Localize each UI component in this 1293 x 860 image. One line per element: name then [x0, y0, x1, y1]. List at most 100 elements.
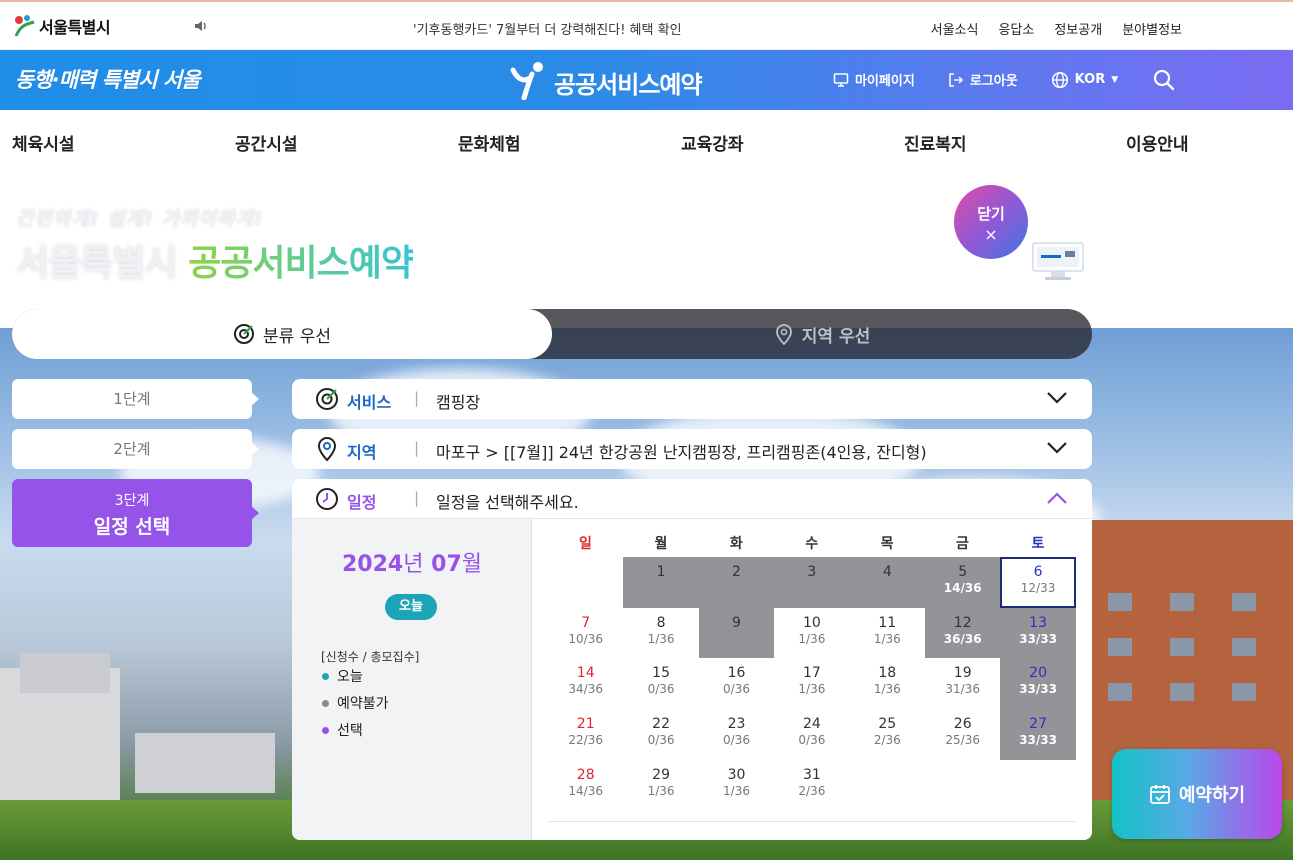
calendar-day-number: 27 — [1029, 716, 1047, 733]
language-selector[interactable]: KOR ▼ — [1051, 71, 1118, 89]
nav-usage-guide[interactable]: 이용안내 — [1126, 130, 1189, 155]
notice-link[interactable]: '기후동행카드' 7월부터 더 강력해진다! 혜택 확인 — [413, 19, 682, 38]
mypage-label: 마이페이지 — [855, 74, 915, 89]
service-logo[interactable]: 공공서비스예약 — [510, 60, 703, 104]
calendar-day-16[interactable]: 16 0/36 — [699, 658, 774, 709]
calendar-day-count: 0/36 — [647, 682, 675, 697]
today-button[interactable]: 오늘 — [385, 594, 437, 620]
schedule-select[interactable]: 일정 | 일정을 선택해주세요. — [292, 479, 1092, 519]
calendar-day-24[interactable]: 24 0/36 — [774, 709, 849, 760]
calendar-day-count: 34/36 — [568, 682, 603, 697]
step-1[interactable]: 1단계 — [12, 379, 259, 419]
calendar-day-number: 6 — [1033, 564, 1043, 580]
calendar-day-5[interactable]: 5 14/36 — [925, 557, 1001, 608]
service-select[interactable]: 서비스 | 캠핑장 — [292, 379, 1092, 419]
calendar-day-20[interactable]: 20 33/33 — [1000, 658, 1076, 709]
calendar-day-8[interactable]: 8 1/36 — [623, 608, 698, 659]
calendar-day-23[interactable]: 23 0/36 — [699, 709, 774, 760]
nav-education-courses[interactable]: 교육강좌 — [681, 130, 744, 155]
nav-sports-facilities[interactable]: 체육시설 — [12, 130, 75, 155]
schedule-value: 일정을 선택해주세요. — [436, 493, 579, 512]
calendar-day-1[interactable]: 1 — [623, 557, 699, 608]
tab-category-first-label: 분류 우선 — [263, 326, 331, 347]
calendar-day-27[interactable]: 27 33/33 — [1000, 709, 1076, 760]
calendar-day-31[interactable]: 31 2/36 — [774, 760, 849, 811]
close-banner-button[interactable]: 닫기 × — [954, 185, 1028, 259]
calendar-day-21[interactable]: 21 22/36 — [548, 709, 623, 760]
calendar-day-count: 10/36 — [568, 631, 603, 646]
calendar-day-count: 1/36 — [723, 783, 750, 798]
link-seoul-news[interactable]: 서울소식 — [931, 19, 979, 38]
nav-medical-welfare[interactable]: 진료복지 — [904, 130, 967, 155]
calendar-day-count: 22/36 — [568, 733, 603, 748]
calendar-day-number: 3 — [807, 564, 817, 580]
calendar-day-29[interactable]: 29 1/36 — [623, 760, 698, 811]
calendar-day-3[interactable]: 3 — [774, 557, 850, 608]
calendar-day-22[interactable]: 22 0/36 — [623, 709, 698, 760]
step-3-active[interactable]: 3단계 일정 선택 — [12, 479, 259, 547]
link-field-info[interactable]: 분야별정보 — [1122, 19, 1182, 38]
step-3-number: 3단계 — [114, 493, 150, 509]
link-info-disclosure[interactable]: 정보공개 — [1054, 19, 1102, 38]
calendar-day-15[interactable]: 15 0/36 — [623, 658, 698, 709]
schedule-label: 일정 — [347, 493, 377, 512]
slogan: 동행·매력 특별시 서울 — [15, 68, 200, 92]
calendar-day-19[interactable]: 19 31/36 — [925, 658, 1000, 709]
reserve-button[interactable]: 예약하기 — [1112, 749, 1282, 839]
legend-selected-label: 선택 — [337, 723, 363, 739]
caret-down-icon: ▼ — [1111, 74, 1119, 85]
calendar-day-25[interactable]: 25 2/36 — [850, 709, 925, 760]
calendar-day-number: 25 — [878, 716, 897, 733]
weekday-tue: 화 — [729, 536, 743, 552]
calendar-day-number: 21 — [576, 716, 595, 733]
service-logo-icon — [510, 60, 548, 104]
search-icon[interactable] — [1152, 68, 1176, 92]
calendar-day-10[interactable]: 10 1/36 — [774, 608, 849, 659]
mypage-link[interactable]: 마이페이지 — [833, 70, 915, 89]
chevron-up-icon — [1047, 492, 1067, 504]
link-eungdapso[interactable]: 응답소 — [998, 19, 1034, 38]
speaker-icon[interactable] — [193, 18, 209, 34]
calendar-day-12[interactable]: 12 36/36 — [925, 607, 1001, 659]
calendar-day-6[interactable]: 6 12/33 — [1000, 557, 1076, 608]
legend-today: 오늘 — [322, 666, 363, 686]
calendar-day-13[interactable]: 13 33/33 — [1000, 607, 1076, 659]
location-pin-icon — [317, 437, 337, 462]
calendar-day-4[interactable]: 4 — [849, 557, 925, 608]
calendar-day-18[interactable]: 18 1/36 — [850, 658, 925, 709]
calendar-day-number: 9 — [732, 614, 741, 631]
close-icon: × — [984, 225, 998, 244]
calendar-day-number: 30 — [727, 766, 746, 783]
calendar-day-30[interactable]: 30 1/36 — [699, 760, 774, 811]
hero-tagline-seoul: 서울특별시 — [16, 243, 178, 284]
calendar-day-number: 11 — [878, 614, 897, 631]
calendar-day-count: 12/33 — [1020, 581, 1056, 595]
tab-region-first[interactable]: 지역 우선 — [552, 309, 1092, 359]
calendar-day-number: 26 — [953, 716, 972, 733]
calendar-month: 07 — [431, 552, 462, 577]
calendar-year: 2024 — [341, 552, 404, 577]
calendar-day-28[interactable]: 28 14/36 — [548, 760, 623, 811]
nav-culture-experience[interactable]: 문화체험 — [458, 130, 521, 155]
calendar-check-icon — [1149, 785, 1170, 804]
calendar-day-14[interactable]: 14 34/36 — [548, 658, 623, 709]
chevron-down-icon — [1047, 392, 1067, 404]
tab-category-first[interactable]: 분류 우선 — [12, 309, 552, 359]
seoul-logo[interactable]: 서울특별시 — [12, 14, 111, 38]
calendar-day-count: 0/36 — [723, 733, 750, 748]
calendar-day-number: 15 — [652, 665, 670, 682]
calendar-day-2[interactable]: 2 — [698, 557, 775, 608]
calendar-panel: 2024년 07월 오늘 [신청수 / 총모집수] 오늘 예약불가 선택 일 월… — [292, 519, 1092, 840]
step-2[interactable]: 2단계 — [12, 429, 259, 469]
nav-space-facilities[interactable]: 공간시설 — [235, 130, 298, 155]
legend-dot-gray — [322, 699, 329, 707]
region-select[interactable]: 지역 | 마포구 > [[7월]] 24년 한강공원 난지캠핑장, 프리캠핑존(… — [292, 429, 1092, 469]
logout-link[interactable]: 로그아웃 — [948, 70, 1018, 89]
calendar-day-9[interactable]: 9 — [698, 607, 775, 659]
clock-icon — [316, 488, 338, 510]
calendar-day-7[interactable]: 7 10/36 — [548, 608, 623, 659]
calendar-day-26[interactable]: 26 25/36 — [925, 709, 1000, 760]
calendar-day-count: 0/36 — [723, 682, 750, 697]
calendar-day-17[interactable]: 17 1/36 — [774, 658, 849, 709]
calendar-day-11[interactable]: 11 1/36 — [850, 608, 925, 659]
